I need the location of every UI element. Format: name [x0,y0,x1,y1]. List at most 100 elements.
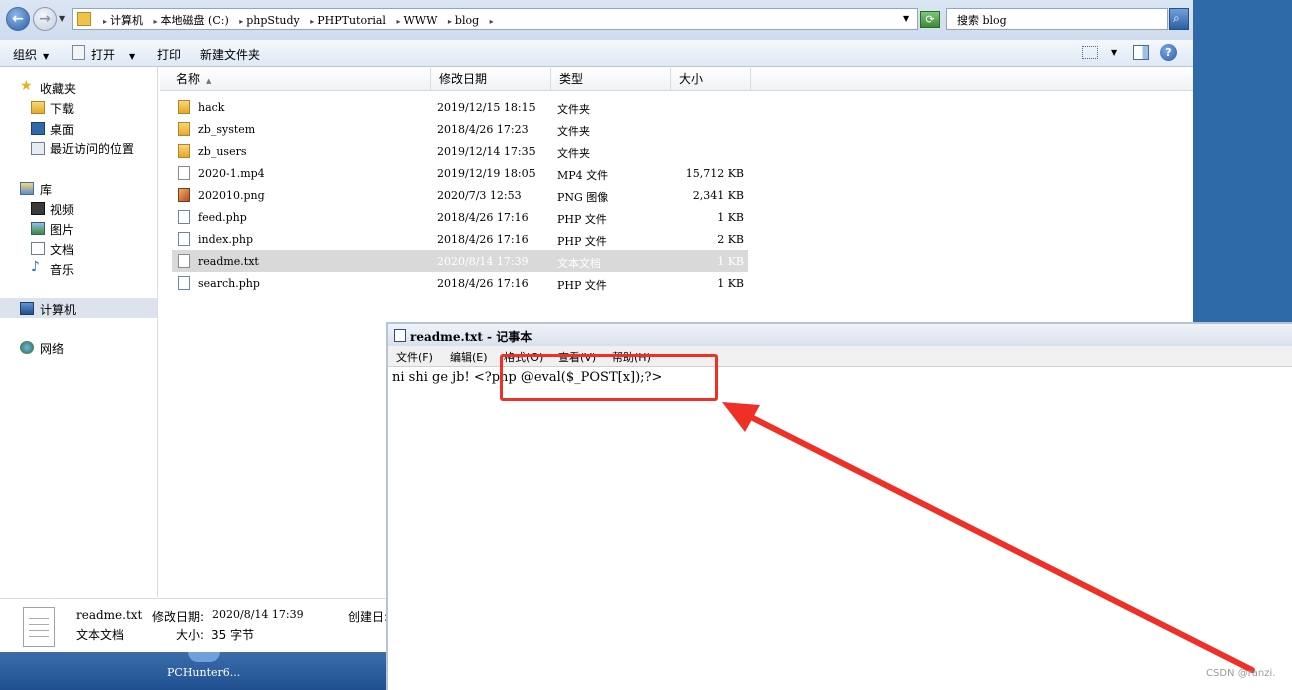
taskbar-item-pchunter[interactable]: PCHunter6... [167,666,240,679]
file-name: 2020-1.mp4 [198,167,265,180]
video-icon [31,202,45,215]
library-icon [20,182,34,195]
column-header-type[interactable]: 类型 [551,68,671,90]
file-name: hack [198,101,225,114]
menu-edit[interactable]: 编辑(E) [450,349,488,365]
file-row-png[interactable]: 202010.png 2020/7/3 12:53 PNG 图像 2,341 K… [172,184,748,206]
sort-up-icon: ▲ [206,77,212,85]
image-icon [178,188,190,202]
breadcrumb-computer[interactable]: 计算机 [110,14,143,27]
file-type: 文件夹 [557,125,590,138]
file-row-zb-system[interactable]: zb_system 2018/4/26 17:23 文件夹 [172,118,748,140]
search-input[interactable]: 搜索 blog [946,8,1168,30]
file-row-mp4[interactable]: 2020-1.mp4 2019/12/19 18:05 MP4 文件 15,71… [172,162,748,184]
nav-favorites[interactable]: 收藏夹 [40,80,76,97]
file-row-feed-php[interactable]: feed.php 2018/4/26 17:16 PHP 文件 1 KB [172,206,748,228]
nav-documents[interactable]: 文档 [50,241,74,258]
desktop-background [1193,0,1292,322]
refresh-button[interactable]: ⟳ [920,11,940,28]
watermark: CSDN @ranzi. [1206,668,1276,679]
file-size: 1 KB [717,211,744,224]
nav-computer[interactable]: 计算机 [40,301,76,318]
computer-icon [20,302,34,315]
new-folder-button[interactable]: 新建文件夹 [200,46,260,63]
nav-desktop[interactable]: 桌面 [50,121,74,138]
chevron-right-icon[interactable]: ▸ [103,17,107,26]
nav-libraries[interactable]: 库 [40,181,52,198]
folder-icon [178,100,190,114]
chevron-down-icon[interactable]: ▼ [1111,48,1117,57]
file-size: 15,712 KB [685,167,744,180]
notepad-titlebar[interactable]: readme.txt - 记事本 [388,324,1292,347]
forward-button[interactable]: → [33,7,57,31]
php-file-icon [178,276,190,290]
file-name: zb_system [198,123,256,136]
breadcrumb-blog[interactable]: blog [455,14,479,27]
file-name: zb_users [198,145,247,158]
php-file-icon [178,232,190,246]
pchunter-icon[interactable] [188,652,220,662]
chevron-down-icon: ▼ [129,52,136,61]
breadcrumb-www[interactable]: WWW [403,14,437,27]
open-button[interactable]: 打开 ▼ [91,46,135,63]
refresh-icon: ⟳ [925,13,935,26]
address-field[interactable]: ▸ 计算机 ▸ 本地磁盘 (C:) ▸ phpStudy ▸ PHPTutorial ▸… [72,8,918,30]
chevron-down-icon: ▼ [43,52,50,61]
file-type: PHP 文件 [557,213,607,226]
file-type: 文本文档 [557,257,601,270]
network-icon [20,341,34,354]
nav-downloads[interactable]: 下载 [50,100,74,117]
nav-music[interactable]: 音乐 [50,261,74,278]
file-name: 202010.png [198,189,265,202]
file-date: 2020/7/3 12:53 [437,189,522,202]
chevron-right-icon[interactable]: ▸ [310,17,314,26]
details-pane: readme.txt 修改日期: 2020/8/14 17:39 创建日: 文本… [0,598,388,653]
organize-button[interactable]: 组织 ▼ [13,46,49,63]
folder-icon [77,12,91,26]
preview-pane-icon[interactable] [1133,45,1149,60]
search-icon: ⌕ [1173,11,1180,25]
file-date: 2018/4/26 17:16 [437,211,529,224]
details-type: 文本文档 [76,628,125,642]
column-header-modified[interactable]: 修改日期 [431,68,551,90]
column-header-name[interactable]: 名称 ▲ [168,68,431,90]
nav-recent[interactable]: 最近访问的位置 [50,140,134,157]
view-options-icon[interactable] [1082,46,1098,59]
column-header-size[interactable]: 大小 [671,68,751,90]
address-dropdown-icon[interactable]: ▼ [903,14,909,23]
recent-places-icon [31,142,45,155]
file-row-hack[interactable]: hack 2019/12/15 18:15 文件夹 [172,96,748,118]
nav-pictures[interactable]: 图片 [50,221,74,238]
help-icon[interactable]: ? [1160,44,1177,61]
file-row-zb-users[interactable]: zb_users 2019/12/14 17:35 文件夹 [172,140,748,162]
details-modified-label: 修改日期: [152,610,205,624]
file-row-index-php[interactable]: index.php 2018/4/26 17:16 PHP 文件 2 KB [172,228,748,250]
back-button[interactable]: ← [6,7,30,31]
back-arrow-icon: ← [12,11,24,27]
file-name: readme.txt [198,255,259,268]
nav-network[interactable]: 网络 [40,340,64,357]
chevron-right-icon[interactable]: ▸ [154,17,158,26]
menu-file[interactable]: 文件(F) [396,349,433,365]
nav-videos[interactable]: 视频 [50,201,74,218]
file-row-readme-txt[interactable]: readme.txt 2020/8/14 17:39 文本文档 1 KB [172,250,748,272]
search-button[interactable]: ⌕ [1169,8,1189,30]
file-date: 2020/8/14 17:39 [437,255,529,268]
command-bar: 组织 ▼ 打开 ▼ 打印 新建文件夹 ▼ ? [0,40,1193,67]
chevron-right-icon[interactable]: ▸ [239,17,243,26]
file-name: search.php [198,277,260,290]
breadcrumb-phpstudy[interactable]: phpStudy [246,14,299,27]
print-button[interactable]: 打印 [157,46,181,63]
text-file-icon [178,254,190,268]
file-row-search-php[interactable]: search.php 2018/4/26 17:16 PHP 文件 1 KB [172,272,748,294]
notepad-title: readme.txt - 记事本 [410,330,533,344]
breadcrumb: ▸ 计算机 ▸ 本地磁盘 (C:) ▸ phpStudy ▸ PHPTutorial ▸… [99,12,497,28]
breadcrumb-phptutorial[interactable]: PHPTutorial [317,14,386,27]
file-size: 2,341 KB [692,189,744,202]
history-dropdown-icon[interactable]: ▼ [59,14,65,23]
chevron-right-icon[interactable]: ▸ [396,17,400,26]
chevron-right-icon[interactable]: ▸ [490,17,494,26]
php-file-icon [178,210,190,224]
breadcrumb-local-disk[interactable]: 本地磁盘 (C:) [161,14,229,27]
chevron-right-icon[interactable]: ▸ [448,17,452,26]
